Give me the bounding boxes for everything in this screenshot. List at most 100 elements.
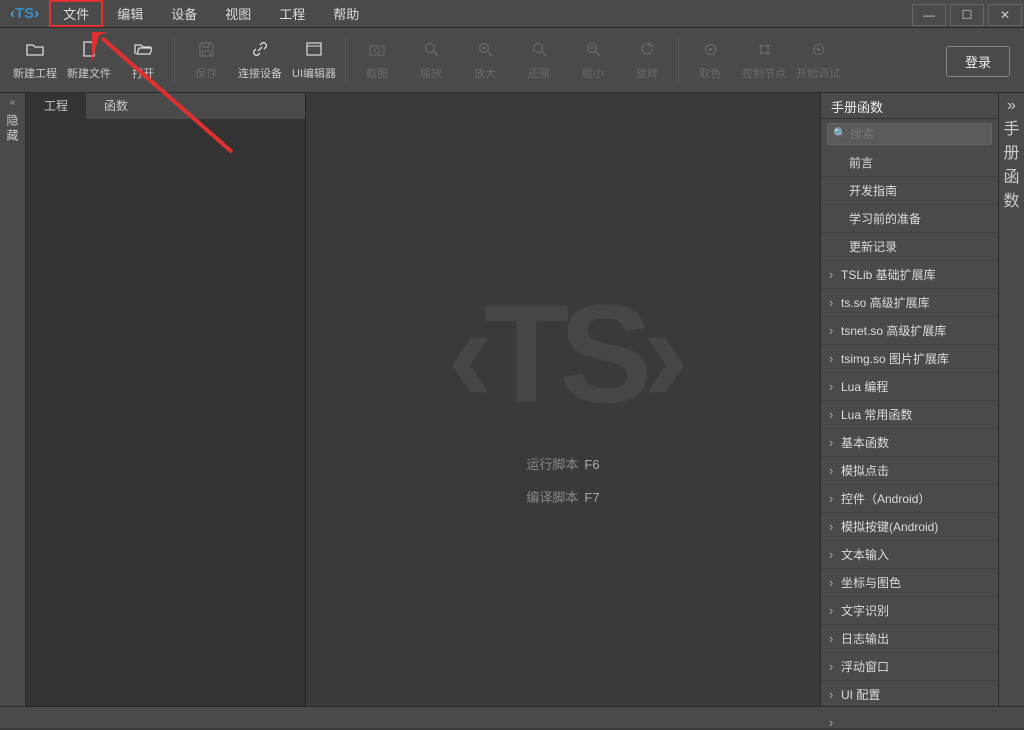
save-icon xyxy=(196,39,216,59)
titlebar: ‹TS› 文件编辑设备视图工程帮助 — ☐ ✕ xyxy=(0,0,1024,28)
toolbar-separator xyxy=(678,38,679,82)
left-panel: 工程函数 xyxy=(26,93,306,706)
left-collapse-bar[interactable]: « 隐藏 xyxy=(0,93,26,706)
search-wrap: 🔍 xyxy=(821,119,998,149)
shortcuts-list: 运行脚本 F6 编译脚本 F7 xyxy=(526,440,599,520)
main-area: « 隐藏 工程函数 ‹TS› 运行脚本 F6 编译脚本 F7 手册函数 🔍 前言开发指… xyxy=(0,93,1024,706)
tool-ctrl: 控制节点 xyxy=(737,32,791,88)
tool-file[interactable]: 新建文件 xyxy=(62,32,116,88)
tree-item[interactable]: 前言 xyxy=(821,149,998,177)
tool-label: 新建工程 xyxy=(13,65,57,81)
tool-reset: 还原 xyxy=(512,32,566,88)
tool-label: 取色 xyxy=(699,65,721,81)
tool-label: 缩小 xyxy=(582,65,604,81)
tool-pick: 取色 xyxy=(683,32,737,88)
app-logo: ‹TS› xyxy=(0,5,49,22)
tree-item[interactable]: tsimg.so 图片扩展库 xyxy=(821,345,998,373)
zoomout-icon xyxy=(583,39,603,59)
menubar: 文件编辑设备视图工程帮助 xyxy=(49,0,910,27)
pick-icon xyxy=(700,39,720,59)
menu-帮助[interactable]: 帮助 xyxy=(319,0,373,27)
tool-label: 截图 xyxy=(366,65,388,81)
tool-open[interactable]: 打开 xyxy=(116,32,170,88)
tree-item[interactable]: 基本函数 xyxy=(821,429,998,457)
left-panel-body xyxy=(26,119,305,706)
tool-label: 连接设备 xyxy=(238,65,282,81)
tree-item[interactable]: UI 配置 xyxy=(821,681,998,706)
tool-ui[interactable]: UI编辑器 xyxy=(287,32,341,88)
file-icon xyxy=(79,39,99,59)
reset-icon xyxy=(529,39,549,59)
collapse-right-icon: » xyxy=(999,97,1024,115)
shortcut-text: 运行脚本 xyxy=(526,457,578,472)
tree-item[interactable]: 更新记录 xyxy=(821,233,998,261)
tree-item[interactable]: 模拟按键(Android) xyxy=(821,513,998,541)
tool-label: 新建文件 xyxy=(67,65,111,81)
tree-item[interactable]: TSLib 基础扩展库 xyxy=(821,261,998,289)
debug-icon xyxy=(808,39,828,59)
shortcut-key: F7 xyxy=(584,490,599,505)
right-collapse-bar[interactable]: » 手册函数 xyxy=(998,93,1024,706)
minimize-button[interactable]: — xyxy=(912,4,946,26)
editor-area: ‹TS› 运行脚本 F6 编译脚本 F7 xyxy=(306,93,820,706)
tree-item[interactable]: 模拟点击 xyxy=(821,457,998,485)
tree-item[interactable]: 文字识别 xyxy=(821,597,998,625)
left-tabs: 工程函数 xyxy=(26,93,305,119)
tree-item[interactable]: 控件（Android） xyxy=(821,485,998,513)
maximize-button[interactable]: ☐ xyxy=(950,4,984,26)
tool-rotate: 旋转 xyxy=(620,32,674,88)
collapse-right-label: 手册函数 xyxy=(999,115,1024,211)
menu-工程[interactable]: 工程 xyxy=(265,0,319,27)
menu-文件[interactable]: 文件 xyxy=(49,0,103,27)
right-panel: 手册函数 🔍 前言开发指南学习前的准备更新记录TSLib 基础扩展库ts.so … xyxy=(820,93,998,706)
tree-item[interactable]: 文本输入 xyxy=(821,541,998,569)
tool-folder[interactable]: 新建工程 xyxy=(8,32,62,88)
statusbar xyxy=(0,706,1024,728)
tool-shot: 截图 xyxy=(350,32,404,88)
manual-tree[interactable]: 前言开发指南学习前的准备更新记录TSLib 基础扩展库ts.so 高级扩展库ts… xyxy=(821,149,998,706)
tree-item[interactable]: 坐标与图色 xyxy=(821,569,998,597)
tree-item[interactable]: 开发指南 xyxy=(821,177,998,205)
left-tab-函数[interactable]: 函数 xyxy=(86,93,146,119)
tree-item[interactable]: 学习前的准备 xyxy=(821,205,998,233)
tool-link[interactable]: 连接设备 xyxy=(233,32,287,88)
shortcut-hint: 运行脚本 F6 xyxy=(526,454,599,473)
tree-item[interactable]: Lua 常用函数 xyxy=(821,401,998,429)
tool-label: 缩放 xyxy=(420,65,442,81)
watermark-logo: ‹TS› xyxy=(447,273,679,435)
ui-icon xyxy=(304,39,324,59)
shot-icon xyxy=(367,39,387,59)
logo-name: TS xyxy=(15,5,34,22)
tree-item[interactable]: Lua 编程 xyxy=(821,373,998,401)
tree-item[interactable]: ts.so 高级扩展库 xyxy=(821,289,998,317)
toolbar-separator xyxy=(174,38,175,82)
tool-zoom: 缩放 xyxy=(404,32,458,88)
menu-设备[interactable]: 设备 xyxy=(157,0,211,27)
tool-label: 控制节点 xyxy=(742,65,786,81)
tree-item[interactable]: 浮动窗口 xyxy=(821,653,998,681)
tool-zoomout: 缩小 xyxy=(566,32,620,88)
tree-item[interactable]: 日志输出 xyxy=(821,625,998,653)
tree-item[interactable]: tsnet.so 高级扩展库 xyxy=(821,317,998,345)
search-input[interactable] xyxy=(827,123,992,145)
tool-zoomin: 放大 xyxy=(458,32,512,88)
search-icon: 🔍 xyxy=(833,127,847,140)
menu-视图[interactable]: 视图 xyxy=(211,0,265,27)
link-icon xyxy=(250,39,270,59)
toolbar: 新建工程新建文件 打开 保存 连接设备 UI编辑器截图 缩放 放大还原缩小旋转取色 控制节点开… xyxy=(0,28,1024,93)
close-button[interactable]: ✕ xyxy=(988,4,1022,26)
shortcut-text: 编译脚本 xyxy=(526,490,578,505)
menu-编辑[interactable]: 编辑 xyxy=(103,0,157,27)
tool-label: 打开 xyxy=(132,65,154,81)
login-button[interactable]: 登录 xyxy=(946,46,1010,77)
tool-debug: 开始调试 xyxy=(791,32,845,88)
collapse-left-label: 隐藏 xyxy=(4,114,21,144)
zoom-icon xyxy=(421,39,441,59)
tool-label: 放大 xyxy=(474,65,496,81)
window-controls: — ☐ ✕ xyxy=(910,1,1024,26)
shortcut-key: F6 xyxy=(584,457,599,472)
tool-label: 保存 xyxy=(195,65,217,81)
rotate-icon xyxy=(637,39,657,59)
left-tab-工程[interactable]: 工程 xyxy=(26,93,86,119)
collapse-left-icon: « xyxy=(0,97,25,108)
